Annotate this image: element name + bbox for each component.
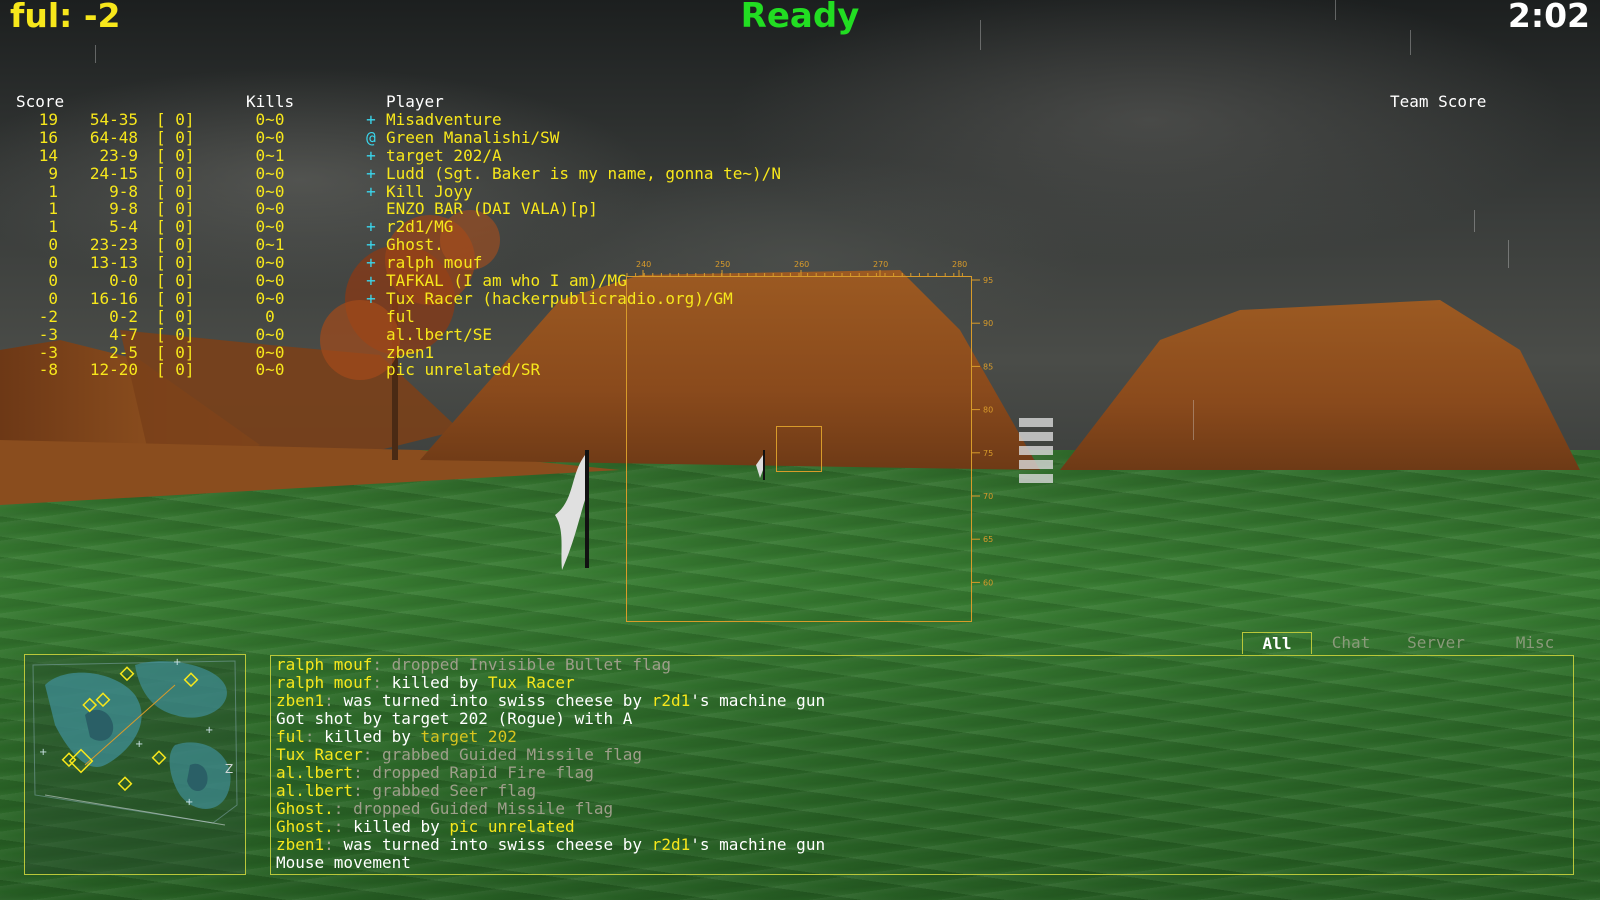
reticle-x-tick-label: 260 [794,260,809,269]
console-message-segment: killed by [324,727,421,746]
console-message-segment: : [362,745,382,764]
console-message: zben1: was turned into swiss cheese by r… [276,692,825,710]
console-message-segment: zben1 [276,691,325,710]
console-message: ralph mouf: dropped Invisible Bullet fla… [276,656,671,674]
tab-chat[interactable]: Chat [1316,632,1386,654]
reticle-x-tick-label: 280 [952,260,967,269]
console-message-segment: r2d1 [651,691,691,710]
console-message-segment: grabbed Seer flag [372,781,537,800]
reticle-y-tick-label: 90 [983,319,993,328]
tab-server[interactable]: Server [1390,632,1482,654]
reticle-y-tick-label: 95 [983,276,993,285]
svg-text:+: + [173,657,181,668]
console-message-segment: pic unrelated [449,817,575,836]
console-message-segment: ful [276,727,305,746]
console-message-segment: : [353,763,373,782]
console-message-segment: was turned into swiss cheese by [343,835,652,854]
console-message-segment: Ghost. [276,799,334,818]
message-console[interactable]: ralph mouf: dropped Invisible Bullet fla… [270,655,1574,875]
console-message: Mouse movement [276,854,411,872]
ammo-bar [1019,474,1053,483]
console-message-segment: zben1 [276,835,325,854]
reticle-y-tick-label: 75 [983,449,993,458]
reticle-x-tick-label: 270 [873,260,888,269]
console-message-segment: : [353,781,373,800]
console-message-segment: ralph mouf [276,655,373,674]
console-message: Got shot by target 202 (Rogue) with A [276,710,632,728]
svg-text:+: + [205,725,213,736]
console-message-segment: Got shot by target 202 (Rogue) with A [276,709,633,728]
console-message-segment: : [324,835,344,854]
console-message-segment: : [333,799,354,818]
console-message-segment: dropped Rapid Fire flag [372,763,594,782]
console-message: al.lbert: grabbed Seer flag [276,782,536,800]
reticle-y-tick-label: 65 [983,535,993,544]
tab-misc[interactable]: Misc [1496,632,1574,654]
console-message-segment: 's machine gun [690,835,826,854]
reticle-y-tick-label: 85 [983,362,993,371]
console-message-segment: : [304,727,325,746]
reticle-x-tick-label: 240 [636,260,651,269]
svg-text:+: + [39,747,47,758]
radar-north-marker: Z [225,762,233,776]
console-message-segment: : [372,655,392,674]
console-message-segment: Tux Racer [276,745,363,764]
console-message: Ghost.: dropped Guided Missile flag [276,800,613,818]
console-message: Ghost.: killed by pic unrelated [276,818,575,836]
console-message: ralph mouf: killed by Tux Racer [276,674,575,692]
console-message-segment: Tux Racer [487,673,575,692]
console-message: zben1: was turned into swiss cheese by r… [276,836,825,854]
console-message-segment: : [324,691,344,710]
svg-text:+: + [135,739,143,750]
console-message-segment: : [372,673,392,692]
console-message-segment: killed by [391,673,488,692]
ammo-bar [1019,446,1053,455]
console-message-segment: Ghost. [276,817,334,836]
ammo-bar [1019,418,1053,427]
console-message-segment: dropped Guided Missile flag [353,799,614,818]
console-message-segment: ralph mouf [276,673,373,692]
reticle-y-tick-label: 80 [983,406,993,415]
console-message: Tux Racer: grabbed Guided Missile flag [276,746,642,764]
console-message-segment: 's machine gun [690,691,826,710]
radar-map: + + + + + Z [32,657,238,826]
console-message-segment: Mouse movement [276,853,411,872]
console-message-segment: grabbed Guided Missile flag [381,745,643,764]
console-message-segment: killed by [353,817,450,836]
console-message-segment: r2d1 [651,835,691,854]
reticle-x-tick-label: 250 [715,260,730,269]
console-message-segment: was turned into swiss cheese by [343,691,652,710]
reticle-y-tick-label: 70 [983,492,993,501]
ammo-bar [1019,432,1053,441]
console-message-segment: dropped Invisible Bullet flag [391,655,671,674]
tab-all[interactable]: All [1242,632,1312,654]
console-message: ful: killed by target 202 [276,728,517,746]
console-message-segment: : [333,817,354,836]
console-message-segment: target 202 [420,727,517,746]
svg-text:+: + [185,797,193,808]
ammo-bar [1019,460,1053,469]
console-message: al.lbert: dropped Rapid Fire flag [276,764,594,782]
radar-minimap[interactable]: + + + + + Z [24,654,246,875]
console-tabs: All Chat Server Misc [1242,632,1574,654]
console-message-segment: al.lbert [276,781,354,800]
console-message-segment: al.lbert [276,763,354,782]
reticle-y-tick-label: 60 [983,578,993,587]
